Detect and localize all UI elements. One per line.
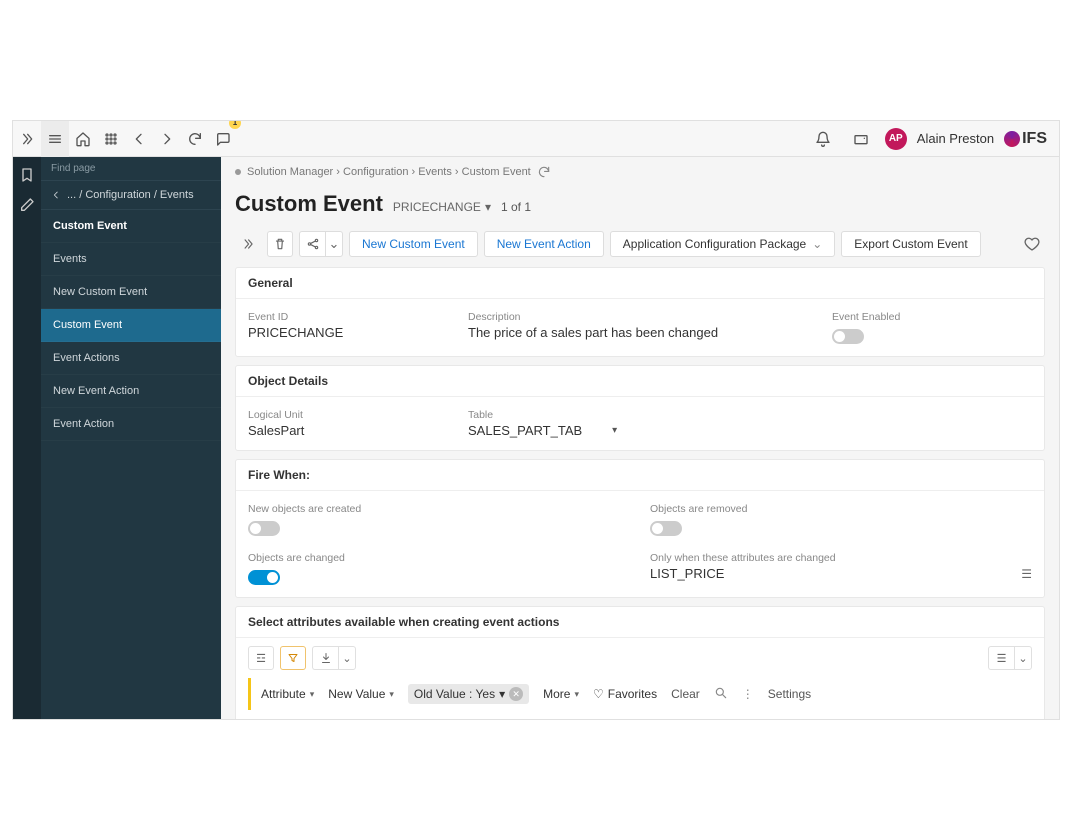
filter-bar: Attribute▾ New Value▾ Old Value : Yes▾ ✕… (248, 678, 1032, 710)
breadcrumb-link[interactable]: Solution Manager (247, 166, 333, 178)
filter-clear[interactable]: Clear (671, 687, 700, 701)
col-attribute[interactable]: Attribute (264, 718, 864, 719)
fire-when-panel: Fire When: New objects are created Objec… (235, 459, 1045, 598)
general-panel: General Event ID PRICECHANGE Description… (235, 267, 1045, 357)
list-view-icon[interactable]: ☲ (248, 646, 274, 670)
filter-settings[interactable]: Settings (768, 687, 811, 701)
general-header: General (236, 268, 1044, 299)
chat-icon[interactable] (209, 121, 237, 157)
export-table-icon[interactable] (312, 646, 338, 670)
refresh-icon[interactable] (181, 121, 209, 157)
sidebar-item[interactable]: Custom Event (41, 210, 221, 243)
sidebar-item[interactable]: Custom Event (41, 309, 221, 342)
table-settings-icon[interactable]: ☰ (988, 646, 1014, 670)
attributes-panel: Select attributes available when creatin… (235, 606, 1045, 719)
fire-when-header: Fire When: (236, 460, 1044, 491)
col-old-value[interactable]: Old Value (914, 718, 964, 719)
user-avatar[interactable]: AP (885, 128, 907, 150)
main-content: Solution Manager › Configuration › Event… (221, 157, 1059, 719)
attributes-header: Select attributes available when creatin… (236, 607, 1044, 638)
more-options-icon[interactable]: ⋮ (742, 687, 754, 701)
record-count: 1 of 1 (501, 200, 531, 214)
filter-more[interactable]: More▾ (543, 687, 579, 701)
new-event-action-button[interactable]: New Event Action (484, 231, 604, 257)
filter-attribute[interactable]: Attribute▾ (261, 687, 314, 701)
event-enabled-label: Event Enabled (832, 305, 1032, 323)
delete-button[interactable] (267, 231, 293, 257)
nav-forward-icon[interactable] (153, 121, 181, 157)
header-bar: AP Alain Preston IFS (13, 121, 1059, 157)
sidebar-back[interactable]: ... / Configuration / Events (41, 181, 221, 210)
logical-unit-value: SalesPart (248, 423, 448, 438)
col-new-value[interactable]: New Value (864, 718, 914, 719)
chevron-down-icon: ▾ (612, 425, 617, 436)
page-title: Custom Event (235, 191, 383, 217)
apps-icon[interactable] (97, 121, 125, 157)
attributes-table: ⋮ Attribute New Value Old Value Data Typ… (236, 718, 1044, 719)
breadcrumb: Solution Manager › Configuration › Event… (221, 157, 1059, 187)
new-objects-toggle[interactable] (248, 521, 280, 536)
sidebar: Find page ... / Configuration / Events C… (41, 157, 221, 719)
new-objects-label: New objects are created (248, 497, 630, 515)
sidebar-item[interactable]: Events (41, 243, 221, 276)
sidebar-item[interactable]: Event Action (41, 408, 221, 441)
bell-icon[interactable] (809, 121, 837, 157)
favorite-icon[interactable] (1019, 231, 1045, 257)
collapse-toolbar-icon[interactable] (235, 231, 261, 257)
breadcrumb-link[interactable]: Configuration (343, 166, 408, 178)
attribute-list-icon[interactable] (1021, 566, 1032, 581)
object-details-panel: Object Details Logical Unit SalesPart Ta… (235, 365, 1045, 451)
description-value: The price of a sales part has been chang… (468, 325, 812, 340)
ifs-logo: IFS (1004, 130, 1047, 148)
filter-icon[interactable] (280, 646, 306, 670)
pencil-icon[interactable] (19, 197, 35, 213)
event-id-value: PRICECHANGE (248, 325, 448, 340)
search-icon[interactable] (714, 686, 728, 703)
filter-new-value[interactable]: New Value▾ (328, 687, 394, 701)
breadcrumb-dot-icon (235, 169, 241, 175)
home-icon[interactable] (69, 121, 97, 157)
logical-unit-label: Logical Unit (248, 403, 448, 421)
new-custom-event-button[interactable]: New Custom Event (349, 231, 478, 257)
event-id-label: Event ID (248, 305, 448, 323)
only-when-label: Only when these attributes are changed (650, 546, 1032, 564)
event-enabled-toggle[interactable] (832, 329, 864, 344)
bookmark-icon[interactable] (19, 167, 35, 183)
nav-back-icon[interactable] (125, 121, 153, 157)
find-page-input[interactable]: Find page (41, 157, 221, 181)
share-dropdown-icon[interactable]: ⌄ (325, 231, 343, 257)
table-label: Table (468, 403, 812, 421)
app-config-package-button[interactable]: Application Configuration Package (610, 231, 836, 257)
remove-filter-icon[interactable]: ✕ (509, 687, 523, 701)
sidebar-item[interactable]: New Event Action (41, 375, 221, 408)
logo-swirl-icon (1004, 131, 1020, 147)
description-label: Description (468, 305, 812, 323)
expand-rail-icon[interactable] (13, 121, 41, 157)
changed-toggle[interactable] (248, 570, 280, 585)
card-icon[interactable] (847, 121, 875, 157)
page-subtitle[interactable]: PRICECHANGE ▾ (393, 200, 491, 214)
menu-toggle-icon[interactable] (41, 121, 69, 157)
removed-label: Objects are removed (650, 497, 1032, 515)
changed-label: Objects are changed (248, 546, 630, 564)
export-custom-event-button[interactable]: Export Custom Event (841, 231, 980, 257)
share-button[interactable] (299, 231, 325, 257)
sidebar-item[interactable]: Event Actions (41, 342, 221, 375)
breadcrumb-refresh-icon[interactable] (537, 165, 551, 179)
removed-toggle[interactable] (650, 521, 682, 536)
filter-favorites[interactable]: ♡ Favorites (593, 687, 657, 701)
only-when-value: LIST_PRICE (650, 566, 724, 581)
icon-rail (13, 157, 41, 719)
filter-old-value-pill[interactable]: Old Value : Yes▾ ✕ (408, 684, 529, 704)
table-select[interactable]: SALES_PART_TAB ▾ (468, 423, 812, 438)
table-settings-dropdown-icon[interactable]: ⌄ (1014, 646, 1032, 670)
sidebar-item[interactable]: New Custom Event (41, 276, 221, 309)
breadcrumb-link[interactable]: Events (418, 166, 452, 178)
col-data-type[interactable]: Data Type (964, 718, 1044, 719)
export-dropdown-icon[interactable]: ⌄ (338, 646, 356, 670)
object-details-header: Object Details (236, 366, 1044, 397)
breadcrumb-link[interactable]: Custom Event (462, 166, 531, 178)
user-name: Alain Preston (917, 131, 994, 146)
